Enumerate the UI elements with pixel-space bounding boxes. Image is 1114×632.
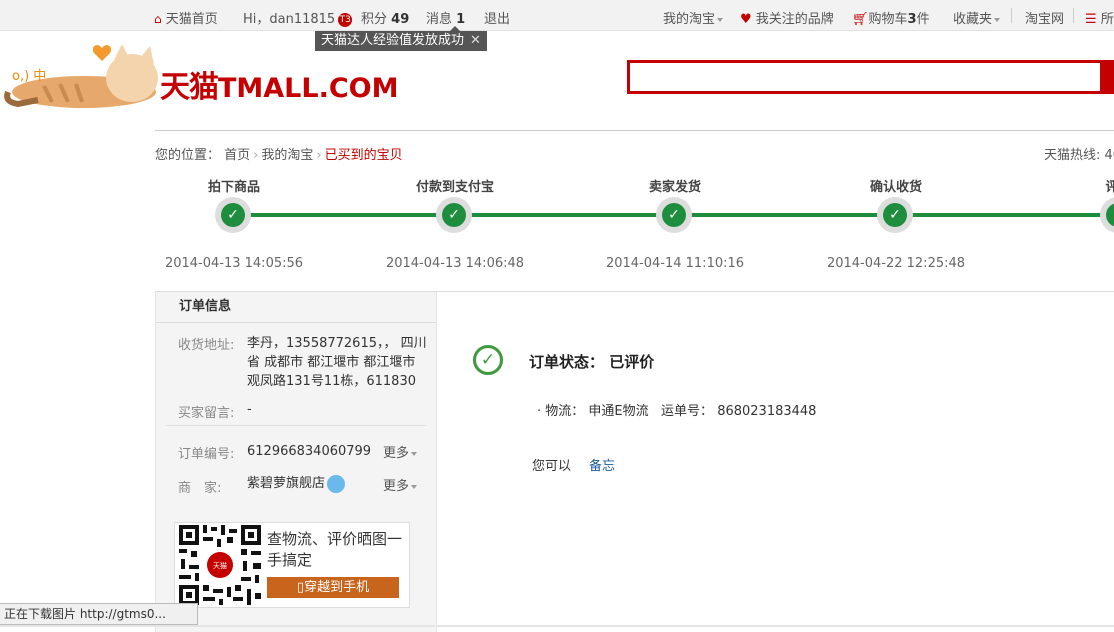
check-icon: ✓ [1106, 203, 1114, 227]
mascot-text: o,) 中 [12, 69, 46, 84]
step-node: ✓ [215, 197, 251, 233]
order-status: 订单状态： 已评价 [529, 353, 655, 371]
user-greeting: Hi，dan11815 T3 [243, 12, 353, 27]
points-link[interactable]: 积分 49 [361, 8, 409, 27]
home-link[interactable]: ⌂ 天猫首页 [154, 8, 218, 27]
qr-center-label: 天猫 [213, 561, 227, 570]
chevron-down-icon [411, 484, 418, 489]
check-icon: ✓ [442, 203, 466, 227]
qr-promo-text: 查物流、评价晒图一手搞定 [267, 530, 403, 569]
step-time: 2014-04-13 14:05:56 [164, 256, 304, 271]
breadcrumb-home[interactable]: 首页 [224, 148, 250, 163]
step-label: 拍下商品 [207, 180, 261, 195]
notification-tooltip: 天猫达人经验值发放成功 ✕ [315, 31, 487, 51]
chevron-down-icon [717, 17, 724, 22]
chevron-right-icon: › [253, 148, 259, 163]
site-nav-menu[interactable]: ☰ 所 [1085, 8, 1114, 27]
step-node: ✓ [1100, 197, 1114, 233]
search-button[interactable] [1100, 62, 1114, 92]
seller-label: 商 家: [178, 481, 222, 496]
step-node: ✓ [656, 197, 692, 233]
memo-link[interactable]: 备忘 [589, 459, 615, 474]
check-icon: ✓ [883, 203, 907, 227]
cat-mascot-logo[interactable]: o,) 中 [4, 40, 180, 115]
check-icon: ✓ [221, 203, 245, 227]
step-label: 付款到支付宝 [415, 180, 495, 195]
check-circle-icon: ✓ [473, 345, 503, 375]
wangwang-chat-icon[interactable] [327, 474, 346, 493]
mobile-qr-promo: 天猫 查物流、评价晒图一手搞定 ▯穿越到手机 [174, 522, 410, 608]
panel-title: 订单信息 [156, 292, 436, 323]
step-time: 2014-04-22 12:25:48 [826, 256, 966, 271]
hotline: 天猫热线: 40 [1044, 148, 1114, 163]
level-badge: T3 [338, 12, 353, 27]
seller-link[interactable]: 紫碧萝旗舰店 [247, 476, 325, 491]
chevron-right-icon: › [316, 148, 322, 163]
divider [166, 425, 426, 426]
browser-status-bar: 正在下载图片 http://gtms0... [0, 603, 198, 625]
breadcrumb: 您的位置： 首页 › 我的淘宝 › 已买到的宝贝 [155, 148, 403, 163]
step-time: 2014-04-14 11:10:16 [605, 256, 745, 271]
check-icon: ✓ [662, 203, 686, 227]
breadcrumb-my-taobao[interactable]: 我的淘宝 [261, 148, 313, 163]
go-to-mobile-button[interactable]: ▯穿越到手机 [267, 577, 399, 598]
more-order-menu[interactable]: 更多 [383, 442, 418, 461]
order-number-value: 612966834060799 [247, 444, 372, 459]
followed-brands-link[interactable]: ♥ 我关注的品牌 [740, 8, 834, 27]
step-label: 评 [1105, 180, 1114, 195]
step-time: 2014-04-13 14:06:48 [385, 256, 525, 271]
step-label: 确认收货 [869, 180, 923, 195]
divider [1073, 8, 1074, 23]
top-nav-bar: ⌂ 天猫首页 Hi，dan11815 T3 积分 49 消息 1 退出 我的淘宝 … [0, 0, 1114, 31]
messages-link[interactable]: 消息 1 [426, 8, 465, 27]
cart-link[interactable]: 🛒︎购物车3件 [852, 8, 930, 27]
home-icon: ⌂ [154, 12, 162, 26]
more-seller-menu[interactable]: 更多 [383, 475, 418, 494]
address-value: 李丹，13558772615，， 四川 省 成都市 都江堰市 都江堰市 观凤路1… [247, 336, 427, 389]
tmall-logo[interactable]: 天猫TMALL.COM [160, 62, 398, 106]
buyer-message-label: 买家留言: [178, 406, 235, 421]
actions-row: 您可以 备忘 [532, 459, 616, 474]
header-divider [155, 130, 1114, 131]
step-node: ✓ [877, 197, 913, 233]
phone-icon: ▯ [296, 580, 305, 595]
logout-link[interactable]: 退出 [484, 8, 510, 27]
order-info-panel: 订单信息 收货地址: 李丹，13558772615，， 四川 省 成都市 都江堰… [155, 292, 437, 632]
chevron-down-icon [411, 451, 418, 456]
step-label: 卖家发货 [648, 180, 702, 195]
qr-code-image: 天猫 [177, 523, 263, 607]
step-node: ✓ [436, 197, 472, 233]
order-number-label: 订单编号: [178, 447, 235, 462]
search-input[interactable] [627, 60, 1114, 94]
cart-icon: 🛒︎ [852, 12, 869, 27]
taobao-link[interactable]: 淘宝网 [1025, 8, 1064, 27]
waybill-number: 868023183448 [717, 404, 817, 419]
favorites-menu[interactable]: 收藏夹 [953, 8, 1001, 27]
heart-icon: ♥ [740, 12, 752, 27]
my-taobao-menu[interactable]: 我的淘宝 [663, 8, 724, 27]
chevron-down-icon [994, 17, 1001, 22]
buyer-message-value: - [247, 402, 252, 417]
close-icon[interactable]: ✕ [470, 33, 481, 48]
address-label: 收货地址: [178, 338, 235, 353]
username-link[interactable]: dan11815 [269, 12, 335, 27]
seller-value: 紫碧萝旗舰店 [247, 474, 346, 493]
logistics-company: 申通E物流 [588, 404, 649, 419]
breadcrumb-current: 已买到的宝贝 [324, 148, 403, 163]
logistics-info: · 物流： 申通E物流 运单号： 868023183448 [537, 404, 817, 419]
divider [1011, 8, 1012, 23]
menu-icon: ☰ [1085, 12, 1097, 27]
